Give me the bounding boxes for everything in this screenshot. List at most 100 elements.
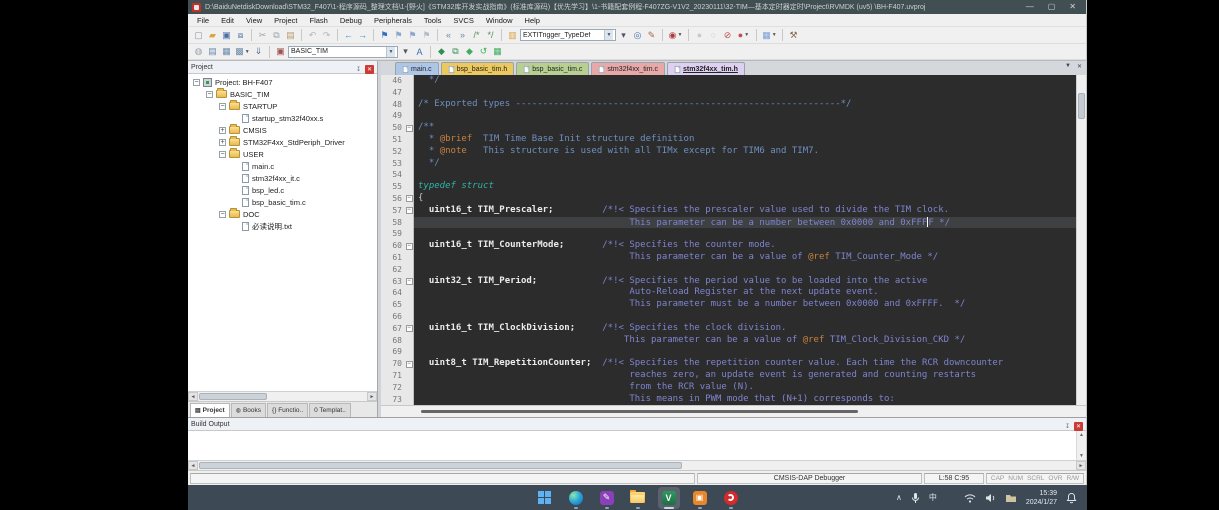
redo-icon[interactable]: ↷: [320, 29, 333, 42]
tab-list-dropdown-icon[interactable]: ▼: [1065, 63, 1071, 70]
tree-item-stm32f4xx_it.c[interactable]: stm32f4xx_it.c: [188, 172, 377, 184]
scrollbar-thumb[interactable]: [199, 393, 267, 400]
line-number[interactable]: 70: [381, 358, 405, 370]
line-number[interactable]: 71: [381, 370, 405, 382]
editor-tab-bsp_basic_tim.h[interactable]: bsp_basic_tim.h: [441, 62, 515, 75]
cut-icon[interactable]: ✂: [256, 29, 269, 42]
save-icon[interactable]: ▣: [220, 29, 233, 42]
software-components-icon[interactable]: ◆: [463, 45, 476, 58]
fold-collapse-icon[interactable]: −: [406, 361, 413, 368]
line-number[interactable]: 67: [381, 323, 405, 335]
indent-icon[interactable]: »: [456, 29, 469, 42]
line-number[interactable]: 54: [381, 169, 405, 181]
line-number[interactable]: 52: [381, 146, 405, 158]
line-number[interactable]: 68: [381, 335, 405, 347]
tree-item-basic_tim[interactable]: −BASIC_TIM: [188, 88, 377, 100]
combo-dropdown-icon[interactable]: ▾: [617, 29, 630, 42]
menu-item-debug[interactable]: Debug: [335, 14, 367, 27]
bookmark-prev-icon[interactable]: ⚑: [392, 29, 405, 42]
target-dropdown-icon[interactable]: ▾: [399, 45, 412, 58]
find-in-files-icon[interactable]: ◎: [631, 29, 644, 42]
line-number[interactable]: 64: [381, 287, 405, 299]
orange-app-icon[interactable]: ▣: [689, 487, 711, 509]
outdent-icon[interactable]: «: [442, 29, 455, 42]
editor-hscrollbar[interactable]: [381, 405, 1086, 417]
line-number[interactable]: 72: [381, 382, 405, 394]
dock-tab-0-templat-[interactable]: 0 Templat..: [309, 403, 351, 417]
editor-tab-bsp_basic_tim.c[interactable]: bsp_basic_tim.c: [516, 62, 589, 75]
ime-language-indicator[interactable]: 中: [929, 492, 937, 503]
close-panel-icon[interactable]: ✕: [365, 65, 374, 74]
line-number[interactable]: 63: [381, 276, 405, 288]
expand-icon[interactable]: +: [219, 139, 226, 146]
scrollbar-thumb[interactable]: [1078, 93, 1085, 119]
build-icon[interactable]: ▦: [220, 45, 233, 58]
chevron-down-icon[interactable]: ▼: [604, 30, 613, 40]
project-tree[interactable]: −Project: BH-F407−BASIC_TIM−STARTUPstart…: [188, 74, 377, 391]
menu-item-window[interactable]: Window: [481, 14, 518, 27]
pin-panel-icon[interactable]: ↧: [1063, 422, 1072, 431]
tree-item-user[interactable]: −USER: [188, 148, 377, 160]
purple-notes-app-icon[interactable]: ✎: [596, 487, 618, 509]
navigate-back-icon[interactable]: ←: [342, 29, 355, 42]
target-options-icon[interactable]: ▣: [274, 45, 287, 58]
close-document-icon[interactable]: ✕: [1077, 63, 1082, 70]
taskbar-clock[interactable]: 15:39 2024/1/27: [1026, 489, 1057, 507]
editor-tab-stm32f4xx_tim.c[interactable]: stm32f4xx_tim.c: [591, 62, 665, 75]
red-music-app-icon[interactable]: [720, 487, 742, 509]
line-number[interactable]: 48: [381, 99, 405, 111]
line-number[interactable]: 60: [381, 240, 405, 252]
scroll-left-icon[interactable]: ◄: [188, 461, 198, 470]
hidden-icons-chevron[interactable]: ∧: [896, 493, 902, 502]
notifications-bell-icon[interactable]: [1066, 492, 1077, 504]
new-file-icon[interactable]: ▢: [192, 29, 205, 42]
scroll-left-icon[interactable]: ◄: [188, 392, 198, 401]
line-number[interactable]: 49: [381, 110, 405, 122]
wifi-icon[interactable]: [964, 493, 976, 503]
scroll-up-icon[interactable]: ▲: [1079, 432, 1084, 438]
insert-breakpoint-icon[interactable]: ●: [693, 29, 706, 42]
debug-session-icon[interactable]: ◍: [192, 45, 205, 58]
tree-item-main.c[interactable]: main.c: [188, 160, 377, 172]
bookmark-next-icon[interactable]: ⚑: [406, 29, 419, 42]
line-number[interactable]: 73: [381, 394, 405, 405]
line-number[interactable]: 62: [381, 264, 405, 276]
dock-tab-project[interactable]: ▤Project: [190, 403, 230, 417]
menu-item-edit[interactable]: Edit: [216, 14, 239, 27]
dock-tab--functio-[interactable]: {} Functio..: [267, 403, 308, 417]
menu-item-flash[interactable]: Flash: [305, 14, 333, 27]
keil-uvision-icon[interactable]: V: [658, 487, 680, 509]
line-number[interactable]: 61: [381, 252, 405, 264]
bookmark-toggle-icon[interactable]: ⚑: [378, 29, 391, 42]
scrollbar-thumb[interactable]: [421, 410, 858, 413]
build-vscrollbar[interactable]: ▲ ▼: [1076, 431, 1086, 460]
tree-item-cmsis[interactable]: +CMSIS: [188, 124, 377, 136]
comment-selection-icon[interactable]: /*: [470, 29, 483, 42]
cloud-folder-icon[interactable]: [1005, 493, 1017, 503]
tree-item-doc[interactable]: −DOC: [188, 208, 377, 220]
fold-collapse-icon[interactable]: −: [406, 125, 413, 132]
line-number[interactable]: 51: [381, 134, 405, 146]
chevron-down-icon[interactable]: ▼: [386, 47, 395, 57]
pin-panel-icon[interactable]: ↧: [354, 65, 363, 74]
scroll-right-icon[interactable]: ►: [367, 392, 377, 401]
editor-tab-stm32f4xx_tim.h[interactable]: stm32f4xx_tim.h: [667, 62, 745, 75]
chevron-down-icon[interactable]: ▼: [245, 49, 250, 55]
fold-collapse-icon[interactable]: −: [406, 243, 413, 250]
file-extensions-icon[interactable]: A: [413, 45, 426, 58]
manage-rte-icon[interactable]: ◆: [435, 45, 448, 58]
rebuild-all-icon[interactable]: ▩▼: [234, 45, 251, 58]
line-number[interactable]: 53: [381, 158, 405, 170]
editor-tab-main.c[interactable]: main.c: [395, 62, 439, 75]
tree-item-stm32f4xx_stdperiph_driver[interactable]: +STM32F4xx_StdPeriph_Driver: [188, 136, 377, 148]
collapse-icon[interactable]: −: [219, 151, 226, 158]
line-number[interactable]: 66: [381, 311, 405, 323]
bookmark-clear-all-icon[interactable]: ⚑: [420, 29, 433, 42]
scrollbar-thumb[interactable]: [199, 462, 682, 469]
select-target-combo[interactable]: BASIC_TIM▼: [288, 46, 398, 58]
enable-breakpoint-icon[interactable]: ○: [707, 29, 720, 42]
start-button[interactable]: [534, 487, 556, 509]
open-file-icon[interactable]: ▰: [206, 29, 219, 42]
editor-vscrollbar[interactable]: [1076, 75, 1086, 405]
scroll-down-icon[interactable]: ▼: [1079, 453, 1084, 459]
